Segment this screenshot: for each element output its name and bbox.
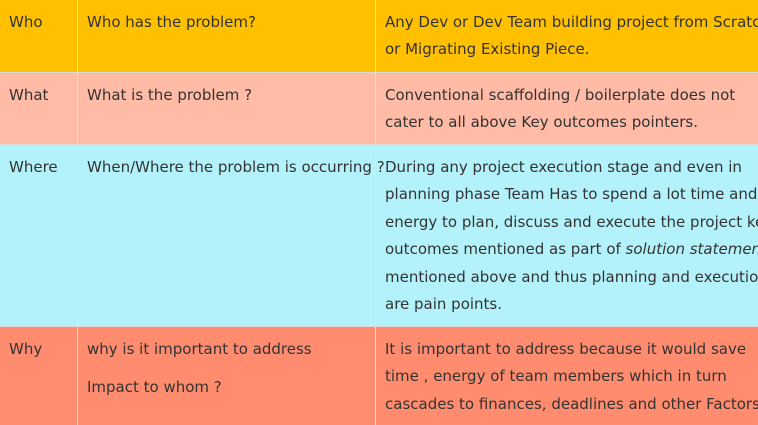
answer-cell: It is important to address because it wo… [375,327,758,425]
answer-line-with-emphasis: outcomes mentioned as part of solution s… [385,236,758,263]
problem-statement-table: Who Who has the problem? Any Dev or Dev … [0,0,758,425]
answer-line: cater to all above Key outcomes pointers… [385,113,698,132]
table-row-where: Where When/Where the problem is occurrin… [0,145,758,327]
answer-line: planning phase Team Has to spend a lot t… [385,185,758,204]
row-key: Who [9,13,43,31]
row-key: Where [9,158,58,176]
table-row-why: Why why is it important to address Impac… [0,327,758,425]
emphasis-text: solution statement [625,240,758,259]
row-key-cell: What [0,73,77,144]
answer-line: are pain points. [385,295,503,314]
answer-line: energy to plan, discuss and execute the … [385,212,758,231]
question-cell: why is it important to address Impact to… [77,327,375,425]
row-key-cell: Why [0,327,77,425]
answer-line: Conventional scaffolding / boilerplate d… [385,86,736,104]
answer-line: During any project execution stage and e… [385,158,742,176]
answer-line: It is important to address because it wo… [385,340,747,358]
row-key: What [9,86,49,104]
answer-cell: Any Dev or Dev Team building project fro… [375,0,758,72]
table-row-who: Who Who has the problem? Any Dev or Dev … [0,0,758,73]
answer-line-text: outcomes mentioned as part of [385,240,626,259]
question-extra-text: Impact to whom ? [87,378,222,397]
row-key-cell: Who [0,0,77,72]
table-row-what: What What is the problem ? Conventional … [0,73,758,145]
row-key: Why [9,340,43,358]
question-cell: What is the problem ? [77,73,375,144]
question-text: When/Where the problem is occurring ? [87,158,385,176]
question-cell: Who has the problem? [77,0,375,72]
answer-line: Any Dev or Dev Team building project fro… [385,13,758,31]
answer-line: or Migrating Existing Piece. [385,40,590,59]
answer-line: mentioned above and thus planning and ex… [385,267,758,286]
question-text: Who has the problem? [87,13,256,31]
row-key-cell: Where [0,145,77,326]
question-cell: When/Where the problem is occurring ? [77,145,385,326]
answer-cell: During any project execution stage and e… [375,145,758,326]
answer-cell: Conventional scaffolding / boilerplate d… [375,73,758,144]
question-text: why is it important to address [87,340,312,358]
answer-line: time , energy of team members which in t… [385,367,727,386]
question-text: What is the problem ? [87,86,253,104]
answer-line: cascades to finances, deadlines and othe… [385,394,758,413]
